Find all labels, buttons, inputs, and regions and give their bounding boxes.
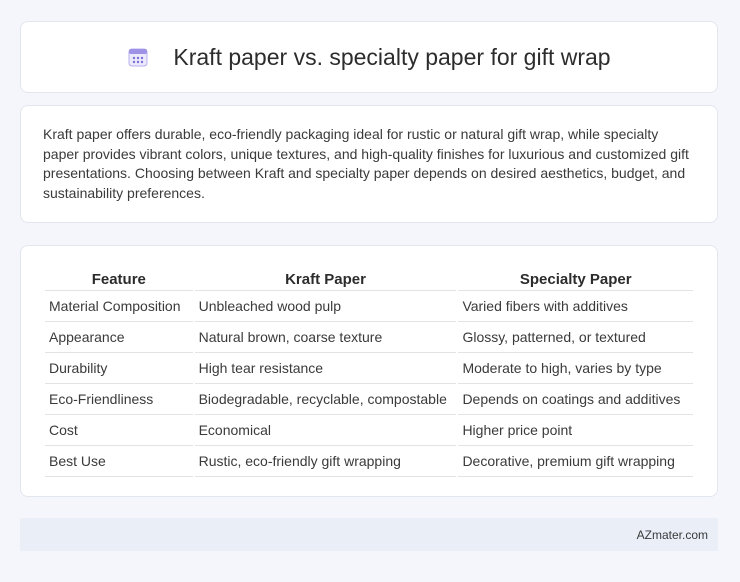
footer-bar: AZmater.com <box>20 518 718 551</box>
table-cell: Varied fibers with additives <box>458 291 693 322</box>
comparison-table: Feature Kraft Paper Specialty Paper Mate… <box>43 266 695 477</box>
table-cell: Glossy, patterned, or textured <box>458 322 693 353</box>
comparison-table-card: Feature Kraft Paper Specialty Paper Mate… <box>20 245 718 497</box>
column-header-specialty: Specialty Paper <box>458 266 693 291</box>
title-card: Kraft paper vs. specialty paper for gift… <box>20 21 718 93</box>
page-title: Kraft paper vs. specialty paper for gift… <box>173 43 611 70</box>
table-row: Best Use Rustic, eco-friendly gift wrapp… <box>45 446 693 477</box>
table-cell: Eco-Friendliness <box>45 384 193 415</box>
footer-brand[interactable]: AZmater.com <box>637 528 708 542</box>
table-cell: Rustic, eco-friendly gift wrapping <box>194 446 457 477</box>
column-header-feature: Feature <box>45 266 193 291</box>
table-cell: Appearance <box>45 322 193 353</box>
table-cell: Unbleached wood pulp <box>194 291 457 322</box>
description-text: Kraft paper offers durable, eco-friendly… <box>43 126 689 201</box>
table-cell: Biodegradable, recyclable, compostable <box>194 384 457 415</box>
table-cell: High tear resistance <box>194 353 457 384</box>
table-cell: Depends on coatings and additives <box>458 384 693 415</box>
table-cell: Material Composition <box>45 291 193 322</box>
table-cell: Best Use <box>45 446 193 477</box>
table-cell: Decorative, premium gift wrapping <box>458 446 693 477</box>
calendar-icon <box>128 48 148 67</box>
table-row: Cost Economical Higher price point <box>45 415 693 446</box>
table-row: Eco-Friendliness Biodegradable, recyclab… <box>45 384 693 415</box>
column-header-kraft: Kraft Paper <box>194 266 457 291</box>
table-cell: Moderate to high, varies by type <box>458 353 693 384</box>
description-card: Kraft paper offers durable, eco-friendly… <box>20 105 718 223</box>
table-cell: Higher price point <box>458 415 693 446</box>
table-row: Durability High tear resistance Moderate… <box>45 353 693 384</box>
table-cell: Cost <box>45 415 193 446</box>
table-header-row: Feature Kraft Paper Specialty Paper <box>45 266 693 291</box>
table-cell: Natural brown, coarse texture <box>194 322 457 353</box>
table-row: Material Composition Unbleached wood pul… <box>45 291 693 322</box>
table-row: Appearance Natural brown, coarse texture… <box>45 322 693 353</box>
table-cell: Economical <box>194 415 457 446</box>
table-cell: Durability <box>45 353 193 384</box>
